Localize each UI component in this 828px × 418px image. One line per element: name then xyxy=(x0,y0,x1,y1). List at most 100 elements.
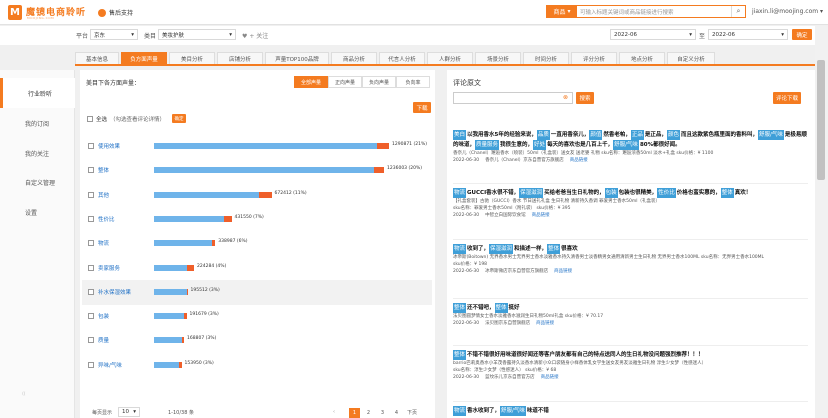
aspect-tag[interactable]: 整体 xyxy=(453,303,467,313)
aspect-tag[interactable]: 美白 xyxy=(453,130,467,140)
select-all-checkbox[interactable] xyxy=(87,116,93,122)
aspect-tag[interactable]: 颜值 xyxy=(589,130,603,140)
aspect-tag[interactable]: 物流 xyxy=(453,406,467,416)
aspect-checkbox[interactable] xyxy=(88,264,94,271)
sidebar-collapse-icon[interactable]: ⟨⟨ xyxy=(22,392,26,397)
search-input[interactable]: 可输入标题关键词或商品链接进行搜索 xyxy=(577,6,731,17)
aspect-name[interactable]: 包装 xyxy=(98,312,109,320)
scroll-thumb[interactable] xyxy=(817,60,825,180)
search-scope-select[interactable]: 商品 ▾ xyxy=(547,6,577,17)
aspect-checkbox[interactable] xyxy=(88,191,94,198)
aspect-tag[interactable]: 整体 xyxy=(720,188,734,198)
aspect-name[interactable]: 性价比 xyxy=(98,215,115,223)
aspect-tag[interactable]: 性价比 xyxy=(657,188,676,198)
aspect-row[interactable]: 其他 672412 (11%) xyxy=(82,183,432,208)
review-text: 美白 以我用香水5年的经验来说，品质 一直用香奈儿，颜值 然香老帕，正品 是正品，颜色而… xyxy=(453,130,808,150)
aspect-tag[interactable]: 品质 xyxy=(536,130,550,140)
sidebar-item-custom[interactable]: 自定义管理 xyxy=(0,167,75,197)
aspect-row[interactable]: 质量 168807 (3%) xyxy=(82,328,432,353)
logo-icon[interactable]: M xyxy=(8,5,22,20)
aspect-row[interactable]: 整体 1236003 (20%) xyxy=(82,158,432,183)
aspect-checkbox[interactable] xyxy=(88,167,94,174)
search-icon[interactable]: ⌕ xyxy=(731,6,745,17)
aspect-row[interactable]: 性价比 431550 (7%) xyxy=(82,207,432,232)
apply-button[interactable]: 确定 xyxy=(792,29,812,40)
user-menu[interactable]: jiaxin.li@moojing.com ▾ xyxy=(752,8,823,15)
sidebar-item-subscriptions[interactable]: 我的订阅 xyxy=(0,108,75,138)
aspect-row[interactable]: 使用效果 1290871 (21%) xyxy=(82,134,432,159)
aspect-checkbox[interactable] xyxy=(88,215,94,222)
aspect-name[interactable]: 其他 xyxy=(98,191,109,199)
support-link[interactable]: 售后支持 xyxy=(98,7,133,18)
page-size-select[interactable]: 10 ▾ xyxy=(118,407,140,417)
aspect-row[interactable]: 补水保湿效果 195512 (3%) xyxy=(82,279,432,305)
date-end-select[interactable]: 2022-06 ▾ xyxy=(708,29,788,40)
page-2[interactable]: 2 xyxy=(363,408,374,418)
next-page-button[interactable]: 下页 xyxy=(407,409,417,416)
platform-select[interactable]: 京东 ▾ xyxy=(90,29,138,40)
negative-bar-segment xyxy=(179,361,182,368)
aspect-name[interactable]: 整体 xyxy=(98,166,109,174)
aspect-checkbox[interactable] xyxy=(88,143,94,149)
aspect-row[interactable]: 物流 338987 (6%) xyxy=(82,231,432,256)
aspect-tag[interactable]: 正品 xyxy=(630,130,644,140)
aspect-tag[interactable]: 舒服/气味 xyxy=(613,140,639,150)
aspect-name[interactable]: 物流 xyxy=(98,239,109,247)
aspect-tag[interactable]: 质量服务 xyxy=(475,140,500,150)
close-icon[interactable]: ⊗ xyxy=(563,94,568,101)
aspect-tag[interactable]: 包装 xyxy=(604,188,618,198)
product-link[interactable]: 商品链接 xyxy=(541,375,559,380)
product-link[interactable]: 商品链接 xyxy=(570,158,588,163)
page-4[interactable]: 4 xyxy=(391,408,402,418)
aspect-name[interactable]: 卖家服务 xyxy=(98,264,120,272)
aspect-checkbox[interactable] xyxy=(88,240,94,247)
date-start-select[interactable]: 2022-06 ▾ xyxy=(610,29,696,40)
review-search-input[interactable] xyxy=(453,92,573,104)
category-value: 美妆护肤 xyxy=(162,32,185,39)
aspect-checkbox[interactable] xyxy=(88,337,94,344)
sidebar-item-follows[interactable]: 我的关注 xyxy=(0,138,75,168)
aspect-row[interactable]: 异味/气味 153950 (3%) xyxy=(82,353,432,378)
product-link[interactable]: 商品链接 xyxy=(536,321,554,326)
export-reviews-button[interactable]: 评论下载 xyxy=(773,92,801,104)
page-3[interactable]: 3 xyxy=(377,408,388,418)
follow-button[interactable]: ♥ + 关注 xyxy=(242,31,268,40)
aspect-tag[interactable]: 保湿滋润 xyxy=(489,244,514,254)
aspect-tag[interactable]: 物流 xyxy=(453,244,467,254)
segment-positive[interactable]: 正向声量 xyxy=(328,76,362,88)
segment-all[interactable]: 全部声量 xyxy=(294,76,328,88)
aspect-tag[interactable]: 舒服/气味 xyxy=(500,406,526,416)
review-fragment: 每天的喜欢也是几百上千， xyxy=(547,142,614,148)
segment-negative-rate[interactable]: 负向率 xyxy=(396,76,430,88)
aspect-row[interactable]: 卖家服务 224284 (4%) xyxy=(82,256,432,281)
aspect-row[interactable]: 包装 191679 (3%) xyxy=(82,304,432,329)
product-link[interactable]: 商品链接 xyxy=(554,269,572,274)
aspect-tag[interactable]: 颜色 xyxy=(666,130,680,140)
segment-negative[interactable]: 负向声量 xyxy=(362,76,396,88)
confirm-button[interactable]: 确定 xyxy=(172,114,186,123)
aspect-checkbox[interactable] xyxy=(88,313,94,320)
aspect-tag[interactable]: 舒服/气味 xyxy=(757,130,784,140)
aspect-name[interactable]: 质量 xyxy=(98,336,109,344)
page-1[interactable]: 1 xyxy=(349,408,360,418)
aspect-name[interactable]: 使用效果 xyxy=(98,142,120,150)
product-link[interactable]: 商品链接 xyxy=(532,213,550,218)
aspect-tag[interactable]: 保湿滋润 xyxy=(519,188,544,198)
review-search-button[interactable]: 搜索 xyxy=(576,92,594,104)
download-button[interactable]: 下载 xyxy=(413,102,431,113)
aspect-value: 1290871 (21%) xyxy=(392,142,427,147)
aspect-name[interactable]: 异味/气味 xyxy=(98,361,122,369)
aspect-tag[interactable]: 整体 xyxy=(453,350,467,360)
aspect-checkbox[interactable] xyxy=(88,361,94,368)
sidebar-item-industry[interactable]: 行业聆听 xyxy=(0,78,75,108)
category-select[interactable]: 美妆护肤 ▾ xyxy=(158,29,236,40)
prev-page-icon[interactable]: ‹ xyxy=(333,409,335,415)
sidebar-item-settings[interactable]: 设置 xyxy=(0,197,75,227)
tab-underline xyxy=(75,64,815,66)
aspect-tag[interactable]: 整体 xyxy=(547,244,561,254)
aspect-name[interactable]: 补水保湿效果 xyxy=(98,288,131,296)
aspect-checkbox[interactable] xyxy=(88,288,94,295)
aspect-tag[interactable]: 好处 xyxy=(533,140,547,150)
aspect-tag[interactable]: 整体 xyxy=(494,303,508,313)
aspect-tag[interactable]: 物流 xyxy=(453,188,467,198)
